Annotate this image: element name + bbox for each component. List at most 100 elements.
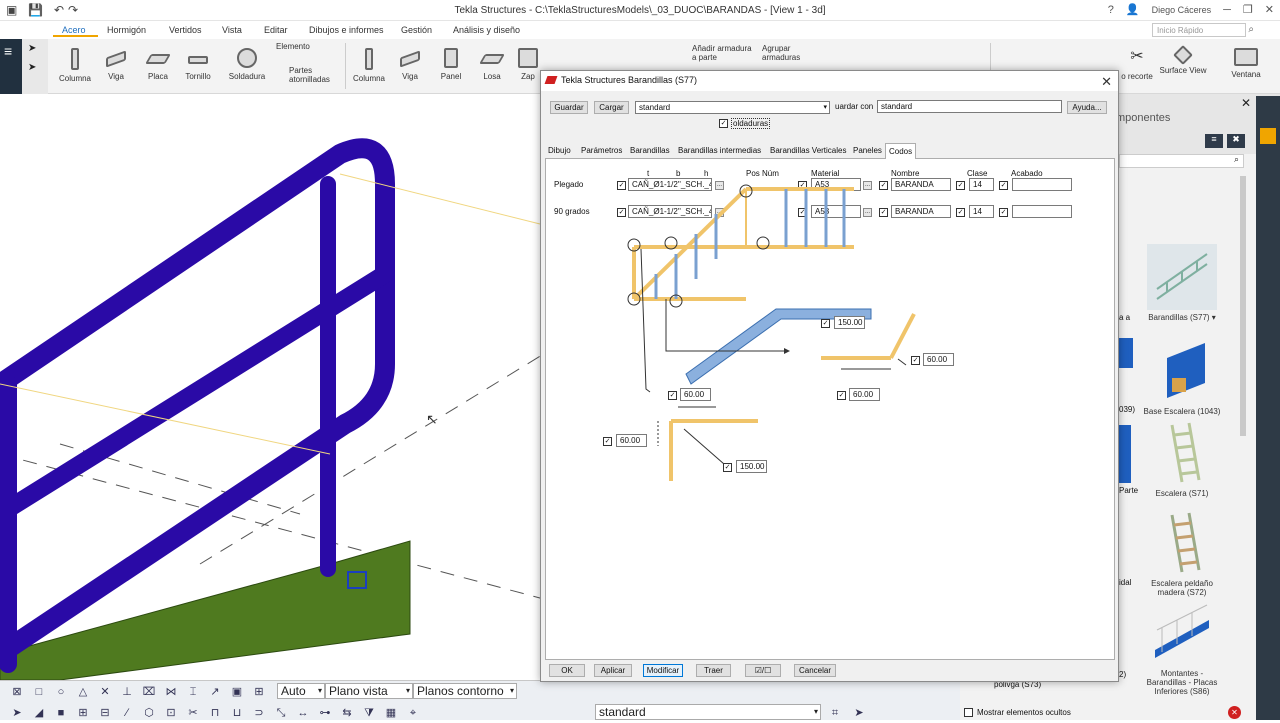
dim-checkbox[interactable]: ✓ — [723, 463, 732, 472]
select-assembly-icon[interactable]: ⊔ — [228, 705, 246, 721]
tab-barandillas[interactable]: Barandillas — [627, 143, 673, 159]
ribbon-ventana[interactable]: Ventana — [1224, 44, 1268, 94]
snap-zigzag-icon[interactable]: ⋈ — [162, 684, 180, 700]
ribbon-agrupar-armaduras[interactable]: Agrupar armaduras — [762, 44, 807, 62]
ribbon-placa[interactable]: Placa — [136, 44, 180, 94]
tab-barandillas-verticales[interactable]: Barandillas Verticales — [767, 143, 849, 159]
catalog-item-barandillas[interactable]: Barandillas (S77) ▾ — [1142, 244, 1222, 322]
dim-c-input[interactable]: 60.00 — [849, 388, 880, 401]
dim-e-input[interactable]: 60.00 — [616, 434, 647, 447]
ribbon-tornillo[interactable]: Tornillo — [176, 44, 220, 94]
selection-filter-select[interactable]: standard ▾ — [595, 704, 821, 720]
ayuda-button[interactable]: Ayuda... — [1067, 101, 1107, 114]
guardar-como-input[interactable]: standard — [877, 100, 1062, 113]
hamburger-icon[interactable]: ≡ — [0, 39, 22, 63]
dim-f-input[interactable]: 150.00 — [736, 460, 767, 473]
ok-button[interactable]: OK — [549, 664, 585, 677]
snap-perpendicular-icon[interactable]: ⊥ — [118, 684, 136, 700]
dim-checkbox[interactable]: ✓ — [668, 391, 677, 400]
close-button[interactable]: ✕ — [1265, 3, 1274, 16]
select-weld-icon[interactable]: ⊃ — [250, 705, 268, 721]
ribbon-zapata[interactable]: Zap — [515, 44, 541, 94]
tools-icon[interactable]: ✖ — [1227, 134, 1245, 148]
menu-gestion[interactable]: Gestión — [401, 25, 432, 35]
select-scissors-icon[interactable]: ✂ — [184, 705, 202, 721]
selection-mode-icon[interactable]: ➤ — [850, 705, 868, 721]
guardar-button[interactable]: Guardar — [550, 101, 588, 114]
select-cut-icon[interactable]: ⊟ — [96, 705, 114, 721]
catalog-item-escalera-madera[interactable]: Escalera peldaño madera (S72) — [1142, 510, 1222, 597]
dialog-close-button[interactable]: ✕ — [1101, 73, 1112, 91]
contour-select[interactable]: Planos contorno ▾ — [413, 683, 517, 699]
dim-checkbox[interactable]: ✓ — [821, 319, 830, 328]
tab-paneles[interactable]: Paneles — [850, 143, 885, 159]
ribbon-viga[interactable]: Viga — [94, 44, 138, 94]
ribbon-losa[interactable]: Losa — [470, 44, 514, 94]
select-filter-icon[interactable]: ⧩ — [360, 705, 378, 721]
snap-depth-select[interactable]: Auto ▾ — [277, 683, 325, 699]
snap-cross-icon[interactable]: ✕ — [96, 684, 114, 700]
ribbon-soldadura[interactable]: Soldadura — [225, 44, 269, 94]
menu-dibujos[interactable]: Dibujos e informes — [309, 25, 384, 35]
toggle-checkboxes-button[interactable]: ☑/☐ — [745, 664, 781, 677]
dim-checkbox[interactable]: ✓ — [837, 391, 846, 400]
menu-acero[interactable]: Acero — [62, 25, 86, 35]
ribbon-columna-concreto[interactable]: Columna — [347, 44, 391, 94]
select-component-icon[interactable]: ⬡ — [140, 705, 158, 721]
restore-button[interactable]: ❐ — [1243, 3, 1253, 16]
snap-triangle-icon[interactable]: △ — [74, 684, 92, 700]
menu-analisis[interactable]: Análisis y diseño — [453, 25, 520, 35]
ribbon-partes-atornilladas[interactable]: Partes atornilladas — [289, 66, 339, 84]
select-view-icon[interactable]: ▦ — [382, 705, 400, 721]
select-filter-icon[interactable]: ➤ — [22, 58, 48, 77]
menu-editar[interactable]: Editar — [264, 25, 288, 35]
tab-dibujo[interactable]: Dibujo — [545, 143, 574, 159]
select-object-icon[interactable]: ⌖ — [404, 705, 422, 721]
snap-x-icon[interactable]: ⌧ — [140, 684, 158, 700]
select-bolt-icon[interactable]: ⊡ — [162, 705, 180, 721]
modificar-button[interactable]: Modificar — [643, 664, 683, 677]
catalog-item-montantes[interactable]: Montantes - Barandillas - Placas Inferio… — [1142, 600, 1222, 696]
dim-checkbox[interactable]: ✓ — [911, 356, 920, 365]
ribbon-columna[interactable]: Columna — [53, 44, 97, 94]
quick-search-input[interactable]: Inicio Rápido — [1152, 23, 1246, 37]
dim-a-input[interactable]: 150.00 — [834, 316, 865, 329]
preset-select[interactable]: standard ▾ — [635, 101, 830, 114]
snap-box-icon[interactable]: ⊠ — [8, 684, 26, 700]
cargar-button[interactable]: Cargar — [594, 101, 629, 114]
ribbon-surface-view[interactable]: Surface View — [1158, 44, 1208, 94]
select-link-icon[interactable]: ⤡ — [272, 705, 290, 721]
snap-extension-icon[interactable]: ↗ — [206, 684, 224, 700]
menu-hormigon[interactable]: Hormigón — [107, 25, 146, 35]
components-tab-icon[interactable] — [1260, 128, 1276, 144]
cancelar-button[interactable]: Cancelar — [794, 664, 836, 677]
traer-button[interactable]: Traer — [696, 664, 731, 677]
snap-circle-icon[interactable]: ○ — [52, 684, 70, 700]
help-icon[interactable]: ? — [1108, 4, 1114, 16]
select-line-icon[interactable]: ∕ — [118, 705, 136, 721]
aplicar-button[interactable]: Aplicar — [594, 664, 632, 677]
select-distance-icon[interactable]: ↔ — [294, 705, 312, 721]
filter-settings-icon[interactable]: ⌗ — [826, 705, 844, 721]
panel-close-icon[interactable]: ✕ — [1241, 96, 1251, 110]
ribbon-elemento[interactable]: Elemento — [276, 42, 310, 51]
select-ortho-icon[interactable]: ⊶ — [316, 705, 334, 721]
tab-barandillas-intermedias[interactable]: Barandillas intermedias — [675, 143, 764, 159]
snap-plane-icon[interactable]: ▣ — [228, 684, 246, 700]
select-parts-icon[interactable]: ◢ — [30, 705, 48, 721]
menu-vista[interactable]: Vista — [222, 25, 242, 35]
menu-vertidos[interactable]: Vertidos — [169, 25, 202, 35]
tab-parametros[interactable]: Parámetros — [578, 143, 625, 159]
dim-b-input[interactable]: 60.00 — [923, 353, 954, 366]
snap-any-icon[interactable]: ⌶ — [184, 684, 202, 700]
snap-grid-icon[interactable]: ⊞ — [250, 684, 268, 700]
show-hidden-checkbox[interactable] — [964, 708, 973, 717]
snap-square-icon[interactable]: □ — [30, 684, 48, 700]
minimize-button[interactable]: ─ — [1223, 4, 1231, 16]
select-arrow-icon[interactable]: ➤ — [22, 39, 48, 58]
select-rebar-icon[interactable]: ⊓ — [206, 705, 224, 721]
catalog-search-input[interactable] — [1119, 154, 1244, 168]
dim-checkbox[interactable]: ✓ — [603, 437, 612, 446]
select-surface-icon[interactable]: ■ — [52, 705, 70, 721]
ribbon-recorte[interactable]: ✂ o recorte — [1115, 44, 1159, 94]
